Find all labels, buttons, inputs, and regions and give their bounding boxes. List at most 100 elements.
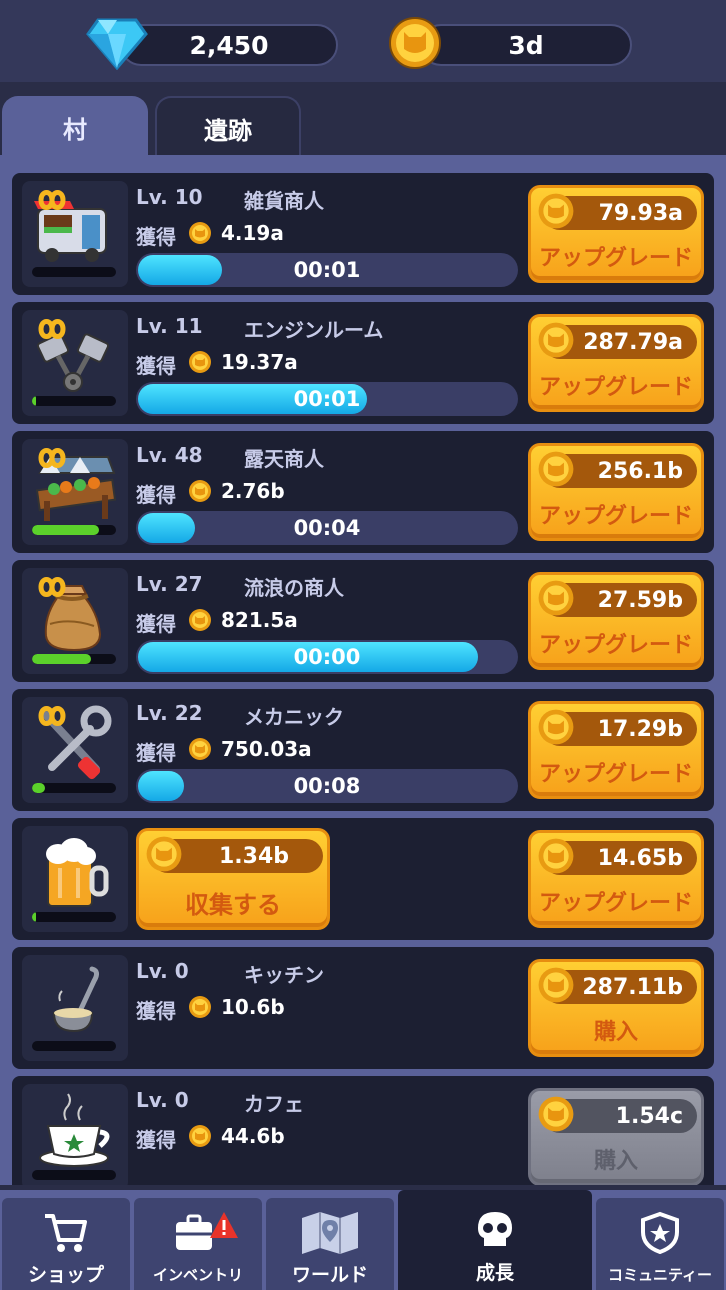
coin-icon	[189, 351, 211, 373]
earn-value: 44.6b	[221, 1124, 285, 1148]
timer-text: 00:04	[293, 516, 361, 540]
building-name: 流浪の商人	[244, 576, 344, 600]
building-icon-box	[22, 826, 128, 932]
production-timer: 00:04	[136, 511, 518, 545]
building-card: Lv. 11 エンジンルーム 獲得 19.37a 00:01 287.79a ア…	[12, 302, 714, 424]
coin-icon	[538, 193, 574, 229]
coin-icon	[189, 1125, 211, 1147]
nav-world[interactable]: ワールド	[266, 1198, 394, 1290]
briefcase-icon	[176, 1212, 238, 1250]
building-icon-box	[22, 697, 128, 803]
building-level: Lv. 27	[136, 572, 203, 596]
building-icon-box	[22, 439, 128, 545]
level-progress	[32, 1170, 116, 1180]
building-icon-box	[22, 1084, 128, 1185]
nav-inventory[interactable]: インベントリ	[134, 1198, 262, 1290]
earn-label: 獲得	[136, 612, 176, 636]
infinity-icon	[38, 448, 66, 468]
nav-community-label: コミュニティー	[607, 1266, 713, 1284]
building-level: Lv. 22	[136, 701, 203, 725]
upgrade-label: アップグレード	[538, 633, 693, 658]
gem-counter: 2,450	[120, 24, 338, 66]
coin-icon	[538, 838, 574, 874]
upgrade-button[interactable]: 27.59b アップグレード	[528, 572, 704, 670]
building-level: Lv. 0	[136, 959, 189, 983]
timer-text: 00:01	[293, 258, 361, 282]
nav-shop[interactable]: ショップ	[2, 1198, 130, 1290]
earn-label: 獲得	[136, 483, 176, 507]
building-icon-box	[22, 955, 128, 1061]
collect-button[interactable]: 1.34b 収集する	[136, 828, 330, 930]
building-name: カフェ	[244, 1092, 304, 1116]
building-card: Lv. 0 キッチン 獲得 10.6b 287.11b 購入	[12, 947, 714, 1069]
bottom-nav: ショップ インベントリ ワールド 成長 コミュニティー	[0, 1190, 726, 1290]
infinity-icon	[38, 190, 66, 210]
upgrade-button[interactable]: 256.1b アップグレード	[528, 443, 704, 541]
building-card: Lv. 22 メカニック 獲得 750.03a 00:08 17.29b アップ…	[12, 689, 714, 811]
upgrade-button[interactable]: 287.79a アップグレード	[528, 314, 704, 412]
coin-icon	[189, 996, 211, 1018]
tab-village[interactable]: 村	[2, 96, 148, 158]
tab-ruins[interactable]: 遺跡	[155, 96, 301, 158]
resource-bar: 2,450 3d	[0, 0, 726, 82]
nav-shop-label: ショップ	[27, 1264, 104, 1286]
coin-icon	[538, 451, 574, 487]
upgrade-label: アップグレード	[538, 504, 693, 529]
coin-icon	[146, 836, 182, 872]
earn-label: 獲得	[136, 741, 176, 765]
buy-button-disabled[interactable]: 1.54c 購入	[528, 1088, 704, 1185]
coin-icon	[189, 222, 211, 244]
infinity-icon	[38, 319, 66, 339]
ladle-icon	[52, 966, 100, 1033]
building-level: Lv. 0	[136, 1088, 189, 1112]
level-progress-fill	[32, 912, 37, 922]
building-card: Lv. 0 カフェ 獲得 44.6b 1.54c 購入	[12, 1076, 714, 1185]
timer-text: 00:01	[293, 387, 361, 411]
buy-button[interactable]: 287.11b 購入	[528, 959, 704, 1057]
tab-ruins-label: 遺跡	[204, 116, 252, 145]
beer-mug-icon	[46, 838, 109, 907]
level-progress-fill	[32, 654, 91, 664]
building-icon-box	[22, 181, 128, 287]
tab-village-label: 村	[63, 115, 87, 144]
earn-value: 19.37a	[221, 350, 298, 374]
building-name: メカニック	[244, 705, 344, 729]
nav-growth-label: 成長	[475, 1262, 514, 1284]
building-card: Lv. 10 雑貨商人 獲得 4.19a 00:01 79.93a アップグレー…	[12, 173, 714, 295]
coin-icon	[538, 709, 574, 745]
building-icon-box	[22, 568, 128, 674]
building-name: エンジンルーム	[244, 318, 384, 342]
earn-value: 821.5a	[221, 608, 298, 632]
upgrade-label: アップグレード	[538, 246, 693, 271]
level-progress-fill	[32, 525, 100, 535]
upgrade-label: アップグレード	[538, 762, 693, 787]
earn-label: 獲得	[136, 999, 176, 1023]
coin-icon	[538, 580, 574, 616]
building-name: 雑貨商人	[244, 189, 324, 213]
building-list-panel[interactable]: Lv. 10 雑貨商人 獲得 4.19a 00:01 79.93a アップグレー…	[0, 155, 726, 1185]
building-card: Lv. 48 露天商人 獲得 2.76b 00:04 256.1b アップグレー…	[12, 431, 714, 553]
upgrade-button[interactable]: 79.93a アップグレード	[528, 185, 704, 283]
building-level: Lv. 10	[136, 185, 203, 209]
nav-world-label: ワールド	[291, 1264, 368, 1286]
coffee-cup-icon	[39, 1093, 110, 1167]
buy-label: 購入	[593, 1149, 638, 1174]
level-progress	[32, 912, 116, 922]
building-card: 1.34b 収集する 14.65b アップグレード	[12, 818, 714, 940]
timer-text: 00:08	[293, 774, 361, 798]
production-timer: 00:01	[136, 253, 518, 287]
production-timer: 00:01	[136, 382, 518, 416]
level-progress	[32, 783, 116, 793]
upgrade-label: アップグレード	[538, 375, 693, 400]
upgrade-button[interactable]: 14.65b アップグレード	[528, 830, 704, 928]
coin-icon	[189, 480, 211, 502]
gem-count: 2,450	[189, 30, 269, 60]
upgrade-button[interactable]: 17.29b アップグレード	[528, 701, 704, 799]
coin-icon	[189, 609, 211, 631]
upgrade-label: アップグレード	[538, 891, 693, 916]
nav-community[interactable]: コミュニティー	[596, 1198, 724, 1290]
building-card: Lv. 27 流浪の商人 獲得 821.5a 00:00 27.59b アップグ…	[12, 560, 714, 682]
buy-label: 購入	[593, 1020, 638, 1045]
nav-growth[interactable]: 成長	[398, 1190, 592, 1290]
level-progress-fill	[32, 396, 37, 406]
